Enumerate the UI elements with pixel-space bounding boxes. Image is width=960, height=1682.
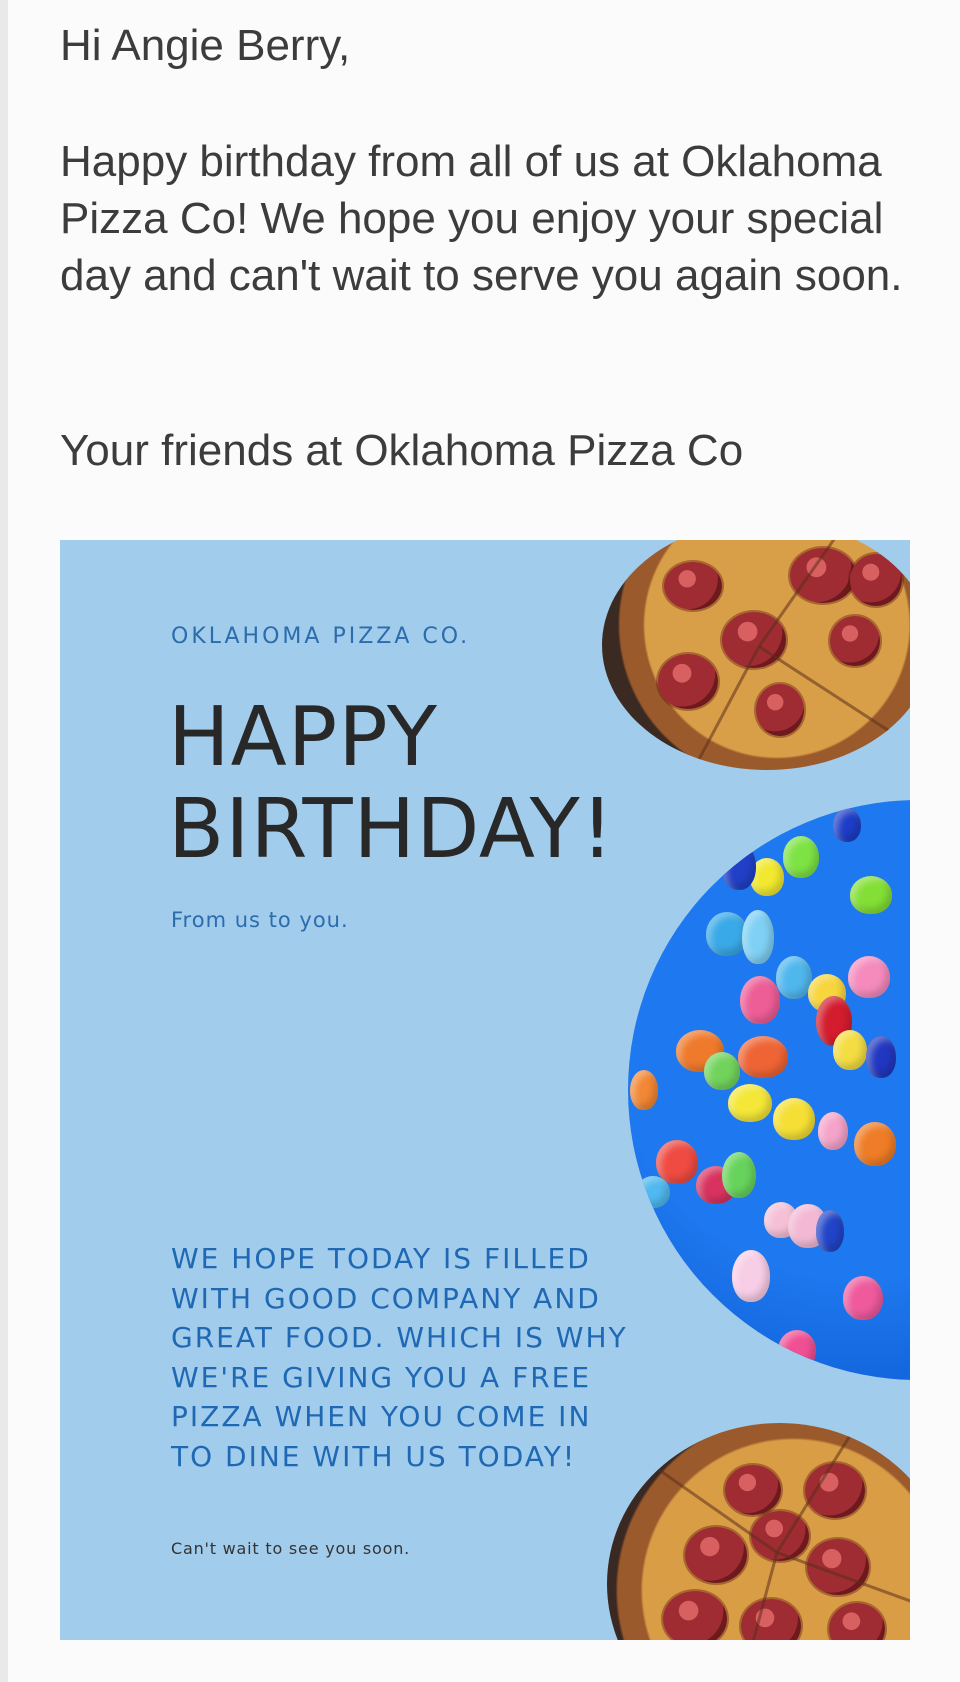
balloon-image: [728, 1084, 772, 1122]
balloon-image: [854, 1122, 896, 1166]
pepperoni-topping: [756, 684, 804, 736]
email-left-edge: [0, 0, 8, 1682]
balloon-image: [738, 1036, 788, 1078]
balloon-image: [636, 1176, 670, 1208]
balloon-image: [740, 976, 780, 1024]
balloon-image: [833, 1030, 867, 1070]
email-message: Happy birthday from all of us at Oklahom…: [60, 137, 903, 300]
balloon-image: [833, 808, 861, 842]
balloon-image: [778, 1330, 816, 1370]
card-headline: HAPPY BIRTHDAY!: [168, 692, 615, 876]
balloon-image: [783, 836, 819, 878]
balloon-image: [776, 956, 812, 999]
card-subtitle: From us to you.: [171, 908, 349, 932]
pepperoni-topping: [850, 554, 902, 606]
balloon-image: [818, 1112, 848, 1150]
balloon-image: [773, 1098, 815, 1140]
pepperoni-topping: [830, 616, 880, 666]
balloon-image: [816, 1210, 844, 1252]
balloon-image: [722, 1152, 756, 1198]
email-greeting: Hi Angie Berry,: [60, 21, 351, 70]
pepperoni-topping: [685, 1527, 747, 1583]
pepperoni-topping: [829, 1603, 885, 1640]
pepperoni-topping: [664, 562, 722, 610]
balloon-image: [732, 1250, 770, 1302]
balloon-image: [843, 1276, 883, 1320]
pepperoni-topping: [725, 1465, 781, 1515]
balloon-image: [630, 1070, 658, 1110]
balloon-image: [848, 956, 890, 998]
balloon-image: [850, 876, 892, 914]
pepperoni-topping: [658, 654, 718, 709]
balloon-image: [866, 1036, 896, 1078]
email-signoff: Your friends at Oklahoma Pizza Co: [60, 426, 744, 475]
balloons-image: [628, 800, 910, 1380]
pepperoni-topping: [663, 1591, 727, 1640]
birthday-card-image: OKLAHOMA PIZZA CO. HAPPY BIRTHDAY! From …: [60, 540, 910, 1640]
card-headline-line-1: HAPPY: [168, 690, 438, 785]
card-closing: Can't wait to see you soon.: [171, 1539, 411, 1558]
pepperoni-topping: [741, 1599, 801, 1640]
balloon-image: [704, 1052, 740, 1090]
balloon-image: [656, 1140, 698, 1184]
balloon-image: [722, 842, 756, 890]
balloon-image: [742, 910, 774, 964]
card-offer-message: WE HOPE TODAY IS FILLED WITH GOOD COMPAN…: [171, 1242, 628, 1473]
card-brand: OKLAHOMA PIZZA CO.: [171, 624, 471, 649]
pizza-image-bottom: [607, 1423, 910, 1640]
card-headline-line-2: BIRTHDAY!: [168, 782, 615, 877]
pizza-image-top: [602, 540, 910, 770]
